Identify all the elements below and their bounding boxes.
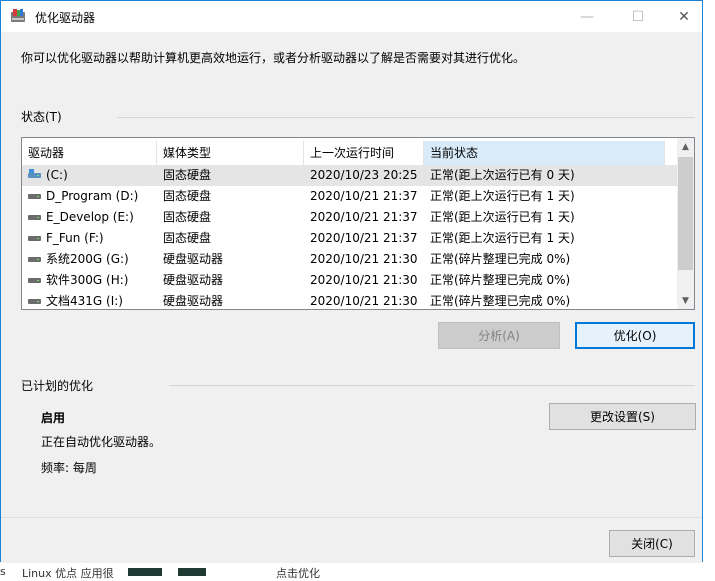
table-row[interactable]: 软件300G (H:) 硬盘驱动器 2020/10/21 21:30 正常(碎片… xyxy=(22,270,679,291)
column-header-drive[interactable]: 驱动器 xyxy=(22,141,157,165)
scroll-up-icon[interactable]: ▲ xyxy=(677,138,694,155)
title-bar: 优化驱动器 — ☐ ✕ xyxy=(1,1,702,32)
scroll-down-icon[interactable]: ▼ xyxy=(677,292,694,309)
footer-bar: 关闭(C) xyxy=(1,517,702,563)
table-row[interactable]: 系统200G (G:) 硬盘驱动器 2020/10/21 21:30 正常(碎片… xyxy=(22,249,679,270)
maximize-button[interactable]: ☐ xyxy=(615,1,661,32)
status-section-label: 状态(T) xyxy=(21,110,62,124)
drive-icon xyxy=(28,214,41,221)
schedule-info: 正在自动优化驱动器。 xyxy=(41,435,162,449)
background-app-right xyxy=(701,0,715,576)
defrag-app-icon xyxy=(11,9,25,22)
background-text-2: 点击优化 xyxy=(276,567,320,580)
drive-icon xyxy=(28,277,41,284)
description-text: 你可以优化驱动器以帮助计算机更高效地运行，或者分析驱动器以了解是否需要对其进行优… xyxy=(21,51,526,65)
table-row[interactable]: 文档431G (I:) 硬盘驱动器 2020/10/21 21:30 正常(碎片… xyxy=(22,291,679,309)
optimize-drives-window: 优化驱动器 — ☐ ✕ 你可以优化驱动器以帮助计算机更高效地运行，或者分析驱动器… xyxy=(0,0,703,563)
drive-icon xyxy=(28,256,41,263)
system-drive-icon xyxy=(28,169,41,179)
window-title: 优化驱动器 xyxy=(35,11,96,25)
analyze-button[interactable]: 分析(A) xyxy=(438,322,560,349)
scheduled-section-label: 已计划的优化 xyxy=(21,379,94,393)
table-row[interactable]: E_Develop (E:) 固态硬盘 2020/10/21 21:37 正常(… xyxy=(22,207,679,228)
drive-icon xyxy=(28,193,41,200)
schedule-state: 启用 xyxy=(41,411,66,425)
table-row[interactable]: D_Program (D:) 固态硬盘 2020/10/21 21:37 正常(… xyxy=(22,186,679,207)
column-header-media-type[interactable]: 媒体类型 xyxy=(157,141,304,165)
close-window-button[interactable]: ✕ xyxy=(661,1,707,32)
drive-icon xyxy=(28,235,41,242)
scroll-thumb[interactable] xyxy=(678,157,693,270)
drives-list[interactable]: 驱动器 媒体类型 上一次运行时间 当前状态 (C:) 固态硬盘 2020/10/… xyxy=(21,137,695,310)
column-header-last-run[interactable]: 上一次运行时间 xyxy=(304,141,424,165)
background-text: Linux 优点 应用很 xyxy=(22,567,114,580)
list-scrollbar[interactable]: ▲ ▼ xyxy=(677,138,694,309)
schedule-frequency: 频率: 每周 xyxy=(41,461,97,475)
scheduled-divider xyxy=(169,385,695,386)
drive-icon xyxy=(28,298,41,305)
optimize-button[interactable]: 优化(O) xyxy=(575,322,695,349)
table-row[interactable]: F_Fun (F:) 固态硬盘 2020/10/21 21:37 正常(距上次运… xyxy=(22,228,679,249)
table-row[interactable]: (C:) 固态硬盘 2020/10/23 20:25 正常(距上次运行已有 0 … xyxy=(22,165,679,186)
close-button[interactable]: 关闭(C) xyxy=(609,530,695,557)
list-header: 驱动器 媒体类型 上一次运行时间 当前状态 xyxy=(22,141,679,165)
column-header-current-status[interactable]: 当前状态 xyxy=(424,141,665,165)
change-settings-button[interactable]: 更改设置(S) xyxy=(549,403,696,430)
minimize-button[interactable]: — xyxy=(564,1,610,32)
status-divider xyxy=(117,117,695,118)
